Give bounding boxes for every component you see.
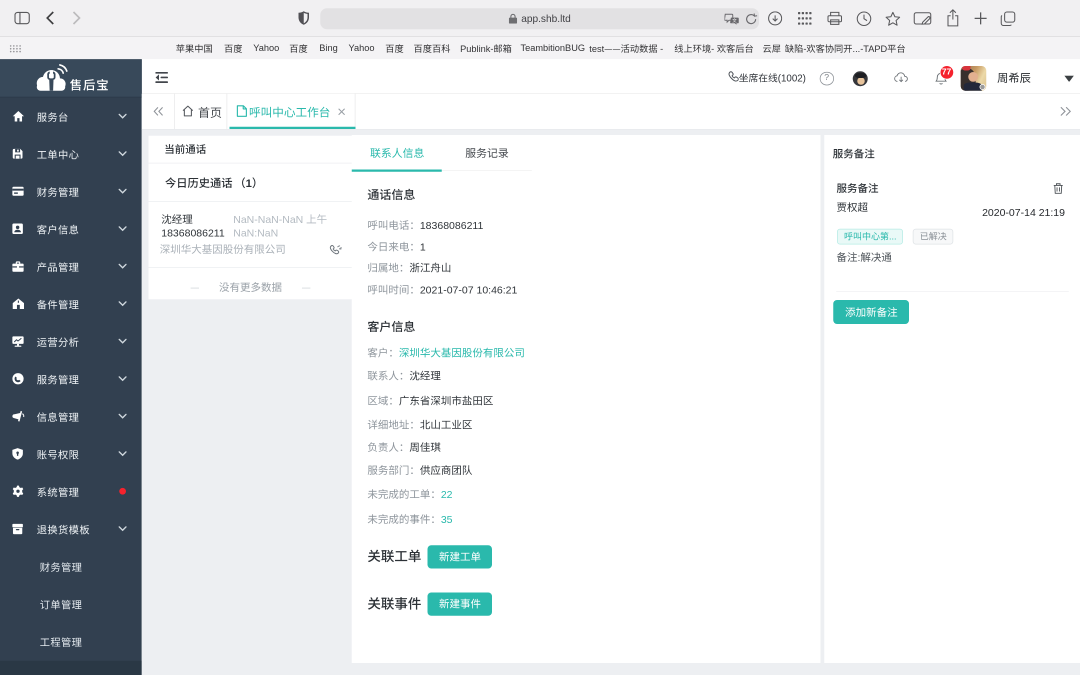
svg-text:文: 文 (732, 17, 737, 24)
